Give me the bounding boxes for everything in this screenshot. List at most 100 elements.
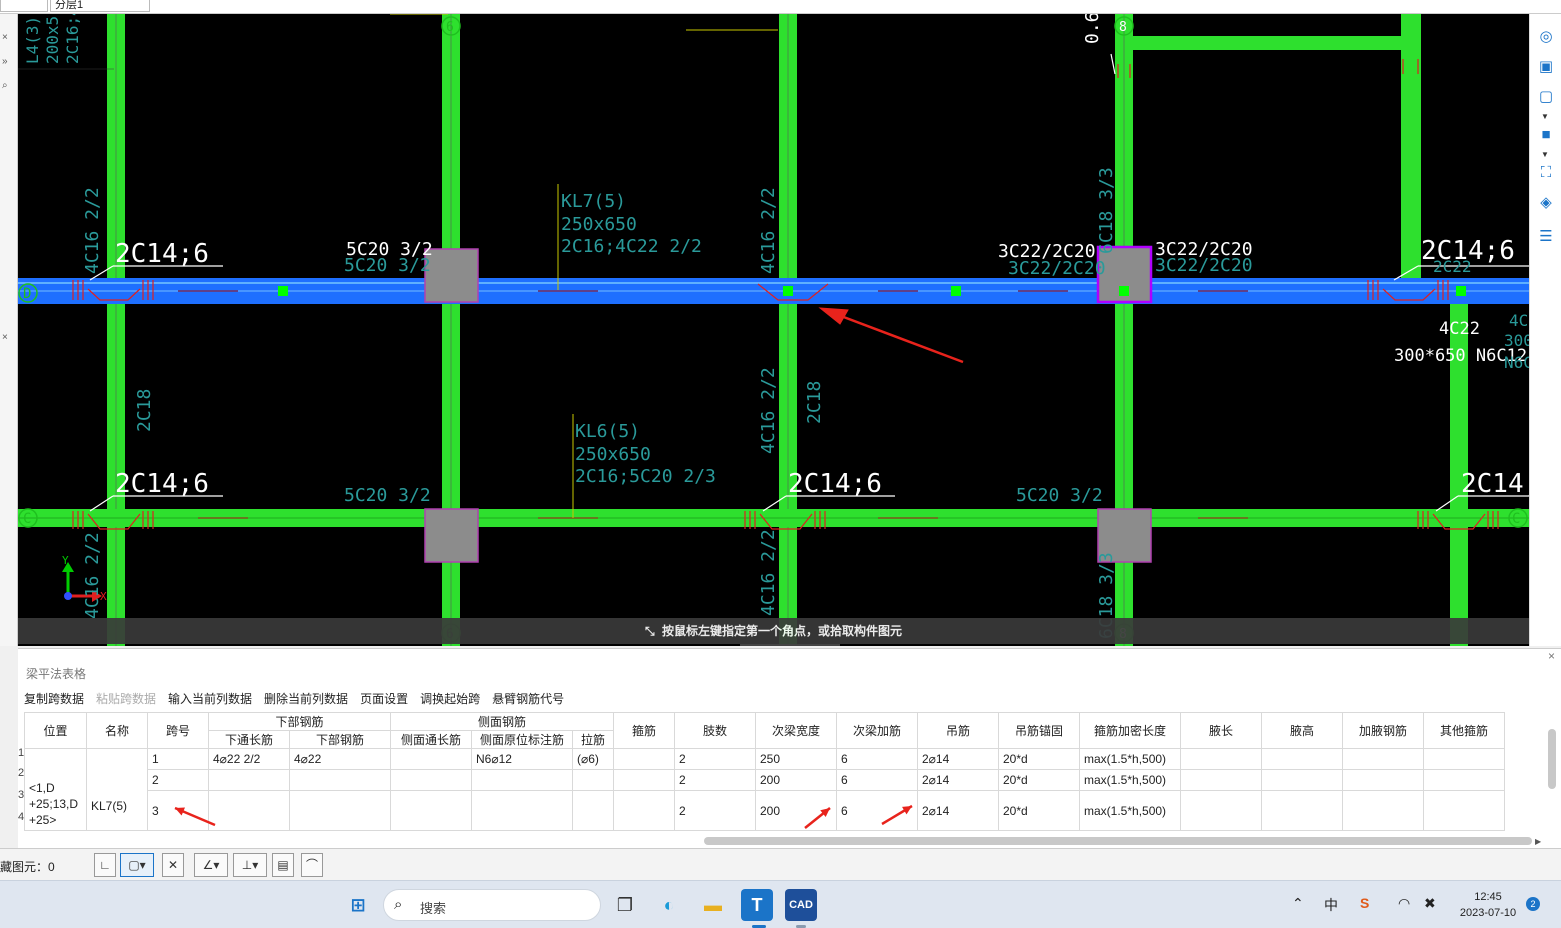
windows-start-icon[interactable]: ⊞ [342,889,374,921]
drawing-canvas[interactable]: DDCC6868YXKL7(5)250x6502C16;4C22 2/2KL6(… [18,14,1529,646]
close-icon[interactable]: × [1548,649,1555,663]
file-explorer-icon[interactable]: ▬ [697,889,729,921]
notification-badge[interactable]: 2 [1526,897,1540,911]
ghost-label[interactable]: 3C22/2C20 [1008,258,1106,279]
beam-kl7-name[interactable]: KL7(5) [561,191,626,212]
cell-empty[interactable] [1261,790,1343,831]
cell-stirrup[interactable] [613,790,675,831]
cell-stirrup[interactable] [613,769,675,791]
3d-view-icon[interactable]: ▣ [1535,56,1557,78]
gtj-app-icon[interactable]: T [741,889,773,921]
bottom-rebar-label[interactable]: 5C20 3/2 [344,485,431,506]
cell-empty[interactable] [1180,790,1262,831]
cantilever-code-button[interactable]: 悬臂钢筋代号 [492,690,564,707]
cell-side-local[interactable] [471,769,573,791]
cell-dense-len[interactable]: max(1.5*h,500) [1079,790,1181,831]
beam-top-right[interactable] [1133,36,1413,50]
vertical-rebar-label[interactable]: 200x5 [43,16,62,64]
stirrup-label[interactable]: 2C14;6 [115,469,209,499]
offset-icon[interactable]: ⊥▾ [233,853,267,877]
vertical-rebar-label[interactable]: 4C16 2/2 [82,187,103,274]
volume-muted-icon[interactable]: ✖ [1424,895,1436,912]
cell-lower-rebar[interactable]: 4⌀22 [289,748,391,770]
axis-label-c[interactable]: C [23,511,31,527]
beam-kl7-rebar[interactable]: 2C16;4C22 2/2 [561,236,702,257]
axis-label-d[interactable]: D [23,286,31,302]
cell-empty[interactable] [1423,790,1505,831]
cell-empty[interactable] [1261,748,1343,770]
fullscreen-icon[interactable]: ⛶ [1535,162,1557,184]
cell-lower-through[interactable]: 4⌀22 2/2 [208,748,290,770]
chevron-down-icon[interactable]: ▼ [1541,112,1549,121]
vertical-rebar-label[interactable]: L4(3) [23,16,42,64]
cell-sec-width[interactable]: 200 [755,790,837,831]
cell-side-local[interactable] [471,790,573,831]
table-row[interactable]: 3 2 200 6 2⌀14 20*d max(1.5*h,500) [25,790,1505,831]
ghost-label[interactable]: 3C22/2C20 [1155,255,1253,276]
cell-span[interactable]: 2 [147,769,209,791]
cell-hanger-anchor[interactable]: 20*d [998,790,1080,831]
cell-dense-len[interactable]: max(1.5*h,500) [1079,748,1181,770]
vertical-scrollbar[interactable] [1548,729,1556,789]
properties-icon[interactable]: ☰ [1535,226,1557,248]
ucs-y-label[interactable]: Y [62,554,69,567]
vertical-rebar-label[interactable]: 2C18 [134,389,155,432]
cell-empty[interactable] [1342,790,1424,831]
cad-app-icon[interactable]: CAD [785,889,817,921]
cell-sec-add[interactable]: 6 [836,769,918,791]
cell-hanger[interactable]: 2⌀14 [917,748,999,770]
solid-view-icon[interactable]: ■ [1535,124,1557,146]
collapse-icon[interactable]: × [2,32,8,43]
cell-legs[interactable]: 2 [674,769,756,791]
cell-lower-rebar[interactable] [289,769,391,791]
vertical-rebar-label[interactable]: 6C18 3/3 [1096,167,1117,254]
cell-sec-add[interactable]: 6 [836,790,918,831]
vertical-rebar-label[interactable]: 2C16;4 [63,14,82,64]
select-rect-icon[interactable]: ▢▾ [120,853,154,877]
vertical-rebar-label[interactable]: 4C16 2/2 [758,187,779,274]
ortho-icon[interactable]: ∟ [94,853,116,877]
cell-hanger[interactable]: 2⌀14 [917,790,999,831]
sogou-ime-icon[interactable]: S [1360,895,1369,911]
cell-empty[interactable] [1180,748,1262,770]
cell-position[interactable]: <1,D +25;13,D +25> [24,748,87,831]
edge-browser-icon[interactable]: ◐ [653,889,685,921]
ghost-label[interactable]: 4C22 [1509,311,1529,330]
plan-drawing[interactable]: DDCC6868YXKL7(5)250x6502C16;4C22 2/2KL6(… [18,14,1529,646]
cell-empty[interactable] [1342,769,1424,791]
cell-empty[interactable] [1423,769,1505,791]
swap-start-span-button[interactable]: 调换起始跨 [420,690,480,707]
task-view-icon[interactable]: ❐ [609,889,641,921]
axis-label-6[interactable]: 6 [446,20,454,35]
cell-hanger[interactable]: 2⌀14 [917,769,999,791]
cell-tie[interactable]: (⌀6) [572,748,614,770]
misc-label[interactable]: 0.6 [1082,14,1103,44]
cell-tie[interactable] [572,769,614,791]
cell-sec-width[interactable]: 200 [755,769,837,791]
cell-lower-through[interactable] [208,769,290,791]
input-column-button[interactable]: 输入当前列数据 [168,690,252,707]
cell-span[interactable]: 1 [147,748,209,770]
panel-splitter-handle[interactable] [740,644,840,646]
expand-icon[interactable]: » [2,56,8,67]
vertical-rebar-label[interactable]: 4C16 2/2 [758,367,779,454]
cell-hanger-anchor[interactable]: 20*d [998,769,1080,791]
cell-dense-len[interactable]: max(1.5*h,500) [1079,769,1181,791]
chevron-down-icon[interactable]: ▼ [1541,150,1549,159]
ime-indicator[interactable]: 中 [1324,895,1338,915]
cell-tie[interactable] [572,790,614,831]
stirrup-label[interactable]: 2C14;6 [1461,469,1529,499]
cell-empty[interactable] [1261,769,1343,791]
paste-span-button[interactable]: 粘贴跨数据 [96,690,156,707]
beam-kl6-size[interactable]: 250x650 [575,444,651,465]
cell-legs[interactable]: 2 [674,748,756,770]
ghost-label[interactable]: 5C20 3/2 [344,255,431,276]
cube-view-icon[interactable]: ▢ [1535,86,1557,108]
ghost-label[interactable]: N6C12 [1504,353,1529,372]
scroll-right-icon[interactable]: ▶ [1535,837,1541,846]
cell-side-through[interactable] [390,748,472,770]
cell-empty[interactable] [1180,769,1262,791]
beam-table[interactable]: 位置 名称 跨号 下部钢筋 侧面钢筋 箍筋 肢数 次梁宽度 次梁加筋 吊筋 吊筋… [24,712,1506,832]
horizontal-scrollbar[interactable] [704,837,1532,845]
ghost-label[interactable]: 2C22 [1433,257,1472,276]
